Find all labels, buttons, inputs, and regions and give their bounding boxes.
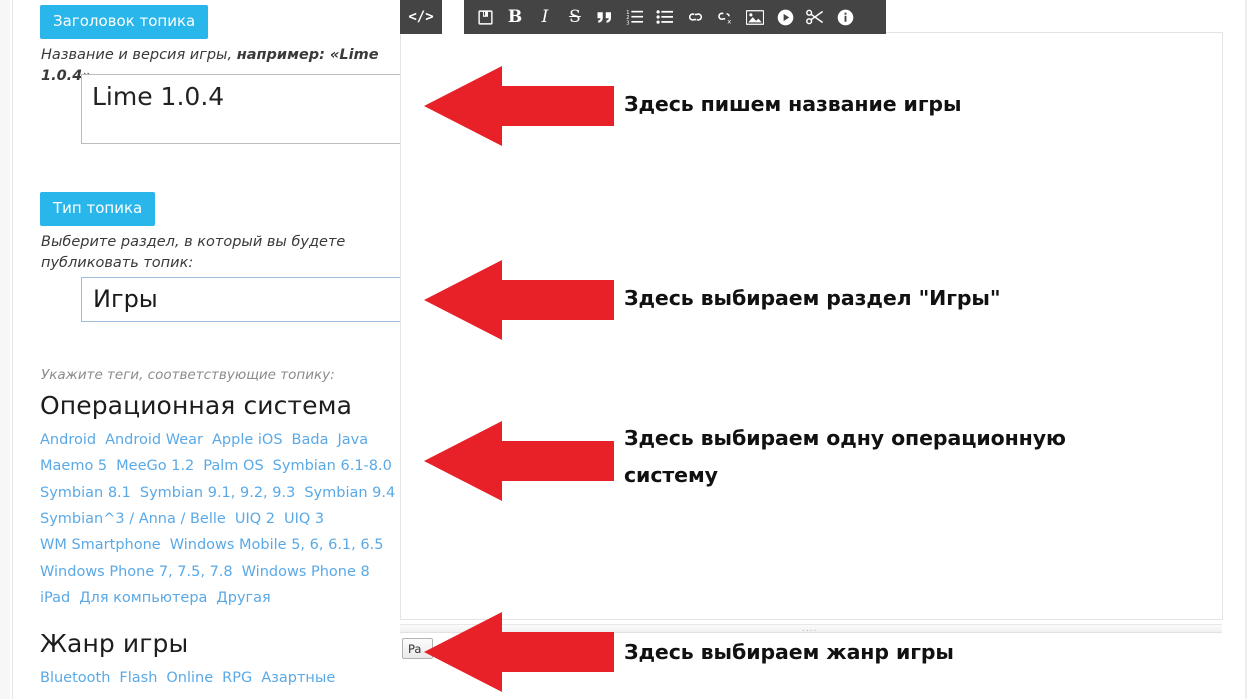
- topic-section-select[interactable]: Игры: [81, 277, 419, 322]
- tag-link[interactable]: Symbian 9.4: [304, 485, 395, 501]
- topic-title-section-header: Заголовок топика: [40, 5, 209, 39]
- svg-text:3: 3: [626, 20, 629, 25]
- page-left-gutter: [0, 0, 10, 699]
- editor-element-path-button[interactable]: Pa: [402, 638, 433, 659]
- svg-text:x: x: [727, 18, 731, 25]
- topic-section-select-wrap: Игры: [81, 277, 419, 322]
- tag-link[interactable]: Flash: [119, 670, 157, 686]
- page-left-divider: [12, 0, 13, 699]
- tag-link[interactable]: Windows Phone 7, 7.5, 7.8: [40, 564, 233, 580]
- tag-link[interactable]: Android: [40, 432, 96, 448]
- tag-link[interactable]: Для компьютера: [79, 590, 207, 606]
- page-right-divider: [1245, 0, 1247, 699]
- topic-section-select-value: Игры: [93, 285, 158, 313]
- tag-link[interactable]: Palm OS: [203, 458, 263, 474]
- tag-link[interactable]: Symbian 8.1: [40, 485, 131, 501]
- tag-link[interactable]: UIQ 2: [235, 511, 275, 527]
- tag-link[interactable]: Азартные: [261, 670, 335, 686]
- tag-list-game-genre: Bluetooth Flash Online RPG Азартные: [40, 665, 390, 691]
- tag-link[interactable]: Maemo 5: [40, 458, 107, 474]
- editor-toolbar: </> B I S 1 2 3 x: [400, 0, 886, 34]
- tag-group-game-genre: Жанр игры Bluetooth Flash Online RPG Азартны…: [40, 629, 390, 691]
- save-icon[interactable]: [470, 0, 500, 34]
- topic-title-hint-prefix: Название и версия игры,: [41, 47, 237, 63]
- tag-link[interactable]: Windows Mobile 5, 6, 6.1, 6.5: [170, 537, 384, 553]
- video-icon[interactable]: [770, 0, 800, 34]
- tag-link[interactable]: Bluetooth: [40, 670, 110, 686]
- arrow-left-icon: [424, 608, 614, 696]
- ordered-list-icon[interactable]: 1 2 3: [620, 0, 650, 34]
- bullet-list-icon[interactable]: [650, 0, 680, 34]
- resize-grip-icon[interactable]: ....: [802, 625, 817, 634]
- tag-link[interactable]: Java: [337, 432, 368, 448]
- page-root: Заголовок топика Название и версия игры,…: [0, 0, 1250, 699]
- annotation-text-os-line1: Здесь выбираем одну операционную: [624, 426, 1066, 450]
- tag-link[interactable]: Android Wear: [105, 432, 203, 448]
- quote-icon[interactable]: [590, 0, 620, 34]
- tag-link[interactable]: Bada: [292, 432, 329, 448]
- tag-link[interactable]: MeeGo 1.2: [116, 458, 194, 474]
- tag-link[interactable]: Apple iOS: [212, 432, 283, 448]
- annotation-text-os-line2: систему: [624, 463, 718, 487]
- annotation-text-genre: Здесь выбираем жанр игры: [624, 640, 954, 664]
- cut-icon[interactable]: [800, 0, 830, 34]
- tag-link[interactable]: Online: [166, 670, 213, 686]
- badge-topic-title: Заголовок топика: [40, 5, 209, 39]
- italic-icon[interactable]: I: [530, 0, 560, 34]
- code-icon[interactable]: </>: [400, 0, 442, 34]
- tag-link[interactable]: UIQ 3: [284, 511, 324, 527]
- info-icon[interactable]: [830, 0, 860, 34]
- tag-link[interactable]: WM Smartphone: [40, 537, 161, 553]
- tag-link[interactable]: Windows Phone 8: [242, 564, 370, 580]
- topic-type-section-header: Тип топика: [40, 192, 156, 226]
- tag-link[interactable]: iPad: [40, 590, 70, 606]
- strikethrough-icon[interactable]: S: [560, 0, 590, 34]
- toolbar-tab-gap: [442, 0, 464, 34]
- toolbar-button-group: B I S 1 2 3 x: [464, 0, 860, 34]
- tags-hint: Укажите теги, соответствующие топику:: [41, 367, 335, 383]
- tag-link[interactable]: Symbian 9.1, 9.2, 9.3: [140, 485, 295, 501]
- tag-group-heading: Операционная система: [40, 391, 353, 420]
- image-icon[interactable]: [740, 0, 770, 34]
- annotation-text-section: Здесь выбираем раздел "Игры": [624, 286, 1001, 310]
- annotation-text-title: Здесь пишем название игры: [624, 92, 962, 116]
- bold-icon[interactable]: B: [500, 0, 530, 34]
- topic-title-input[interactable]: [81, 74, 419, 144]
- topic-form-column: Заголовок топика Название и версия игры,…: [40, 0, 419, 699]
- link-icon[interactable]: [680, 0, 710, 34]
- tag-link[interactable]: Другая: [216, 590, 270, 606]
- unlink-icon[interactable]: x: [710, 0, 740, 34]
- tag-group-operating-system: Операционная система Android Android Wear…: [40, 391, 395, 612]
- tag-link[interactable]: Symbian^3 / Anna / Belle: [40, 511, 226, 527]
- tag-list-operating-system: Android Android Wear Apple iOS Bada Java Mae…: [40, 427, 395, 612]
- editor-content-area[interactable]: [401, 33, 1222, 619]
- tag-link[interactable]: Symbian 6.1-8.0: [273, 458, 392, 474]
- topic-type-hint: Выберите раздел, в который вы будете пуб…: [41, 234, 346, 271]
- tag-link[interactable]: RPG: [222, 670, 252, 686]
- badge-topic-type: Тип топика: [40, 192, 156, 226]
- tag-group-heading: Жанр игры: [40, 629, 189, 658]
- wysiwyg-editor-panel: [400, 32, 1223, 620]
